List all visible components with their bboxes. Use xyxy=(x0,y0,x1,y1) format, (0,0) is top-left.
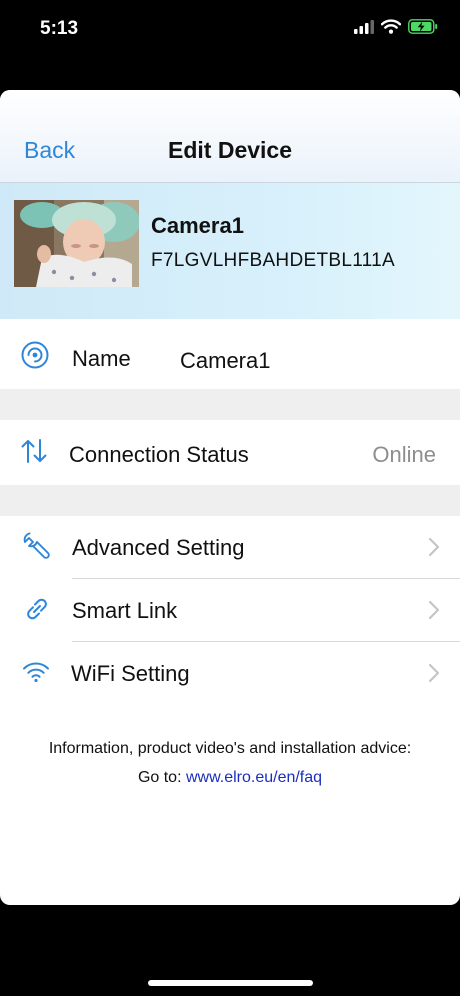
chevron-right-icon xyxy=(428,663,440,688)
wifi-icon xyxy=(380,19,402,39)
info-line: Information, product video's and install… xyxy=(48,740,412,757)
chevron-right-icon xyxy=(428,537,440,562)
section-gap xyxy=(0,389,460,420)
signal-icon xyxy=(354,19,374,39)
chevron-right-icon xyxy=(428,600,440,625)
status-bar: 5:13 xyxy=(0,0,460,60)
smart-link-label: Smart Link xyxy=(72,598,178,623)
name-row[interactable]: Name Camera1 xyxy=(0,319,460,389)
link-icon xyxy=(23,595,51,628)
target-icon xyxy=(20,340,50,375)
connection-status-value: Online xyxy=(372,442,436,467)
faq-link[interactable]: www.elro.eu/en/faq xyxy=(186,769,322,786)
status-icons xyxy=(354,19,438,39)
connection-status-row: Connection Status Online xyxy=(0,420,460,485)
page-title: Edit Device xyxy=(168,137,292,163)
wifi-setting-label: WiFi Setting xyxy=(71,661,190,686)
info-text: Information, product video's and install… xyxy=(0,734,460,792)
advanced-setting-label: Advanced Setting xyxy=(72,535,245,560)
wifi-icon xyxy=(22,661,50,688)
camera-thumbnail[interactable] xyxy=(14,200,139,287)
device-header: Camera1 F7LGVLHFBAHDETBL111A xyxy=(0,183,460,319)
info-goto-line: Go to: www.elro.eu/en/faq xyxy=(0,763,460,792)
advanced-setting-row[interactable]: Advanced Setting xyxy=(0,516,460,578)
name-label: Name xyxy=(72,346,131,371)
device-id: F7LGVLHFBAHDETBL111A xyxy=(151,250,395,271)
home-indicator[interactable] xyxy=(148,980,313,986)
wrench-icon xyxy=(22,531,52,566)
navigation-bar: Back Edit Device xyxy=(0,90,460,183)
connection-status-label: Connection Status xyxy=(69,442,249,467)
section-gap xyxy=(0,485,460,516)
wifi-setting-row[interactable]: WiFi Setting xyxy=(0,642,460,704)
name-value-field[interactable]: Camera1 xyxy=(180,348,270,374)
device-name: Camera1 xyxy=(151,213,244,238)
status-time: 5:13 xyxy=(40,18,79,39)
battery-charging-icon xyxy=(408,19,438,39)
goto-label: Go to: xyxy=(137,769,182,786)
smart-link-row[interactable]: Smart Link xyxy=(0,579,460,641)
arrows-updown-icon xyxy=(20,438,48,469)
edit-device-sheet: Back Edit Device Camera1 F7LGVLHFBAHDETB… xyxy=(0,90,460,905)
